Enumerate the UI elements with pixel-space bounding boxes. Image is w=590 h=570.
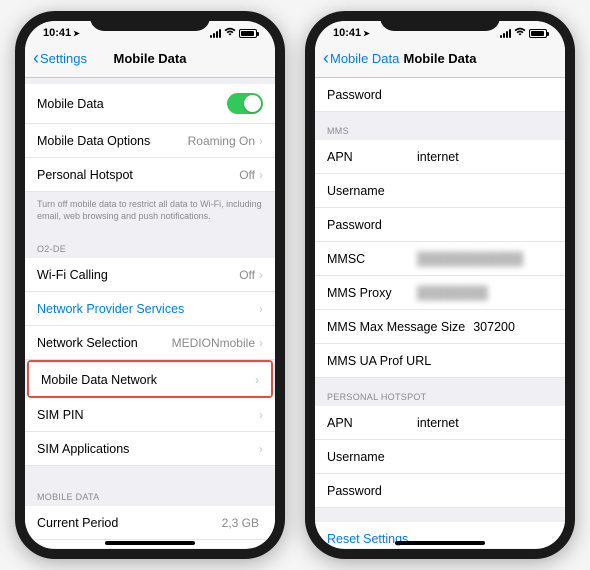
- section-personal-hotspot: PERSONAL HOTSPOT: [315, 378, 565, 406]
- wifi-icon: [514, 27, 526, 39]
- back-label: Settings: [40, 51, 87, 66]
- notch: [90, 11, 210, 31]
- chevron-right-icon: ›: [259, 168, 263, 182]
- battery-icon: [239, 29, 257, 38]
- location-icon: ➤: [73, 29, 80, 38]
- phone-left: 10:41 ➤ ‹ Settings Mobile Data Mobile Da…: [15, 11, 285, 559]
- row-sim-pin[interactable]: SIM PIN ›: [25, 398, 275, 432]
- label: Current Period: [37, 516, 118, 530]
- value: Off: [239, 168, 255, 182]
- label: SIM Applications: [37, 442, 129, 456]
- back-button[interactable]: ‹ Settings: [33, 49, 87, 67]
- row-mms-ua[interactable]: MMS UA Prof URL: [315, 344, 565, 378]
- row-sim-apps[interactable]: SIM Applications ›: [25, 432, 275, 466]
- label: Password: [327, 218, 417, 232]
- battery-icon: [529, 29, 547, 38]
- chevron-left-icon: ‹: [33, 49, 39, 67]
- row-hotspot-apn[interactable]: APN internet: [315, 406, 565, 440]
- chevron-right-icon: ›: [255, 373, 259, 387]
- row-password-top[interactable]: Password: [315, 78, 565, 112]
- value: Roaming On: [188, 134, 255, 148]
- chevron-right-icon: ›: [259, 302, 263, 316]
- label: Personal Hotspot: [37, 168, 133, 182]
- home-indicator[interactable]: [105, 541, 195, 545]
- row-mobile-data[interactable]: Mobile Data: [25, 84, 275, 124]
- chevron-right-icon: ›: [259, 134, 263, 148]
- content-right[interactable]: Password MMS APN internet Username Passw…: [315, 78, 565, 548]
- row-mmsc[interactable]: MMSC ████████████: [315, 242, 565, 276]
- label: MMSC: [327, 252, 417, 266]
- value: Off: [239, 268, 255, 282]
- row-current-period[interactable]: Current Period 2,3 GB: [25, 506, 275, 540]
- label: Mobile Data Options: [37, 134, 150, 148]
- label: APN: [327, 150, 417, 164]
- signal-icon: [500, 29, 511, 38]
- row-mms-max-size[interactable]: MMS Max Message Size 307200: [315, 310, 565, 344]
- screen-left: 10:41 ➤ ‹ Settings Mobile Data Mobile Da…: [25, 21, 275, 549]
- chevron-right-icon: ›: [259, 268, 263, 282]
- home-indicator[interactable]: [395, 541, 485, 545]
- label: Password: [327, 88, 417, 102]
- wifi-icon: [224, 27, 236, 39]
- row-mobile-data-network[interactable]: Mobile Data Network ›: [29, 362, 271, 396]
- value-blurred: ████████: [417, 286, 488, 300]
- row-network-selection[interactable]: Network Selection MEDIONmobile ›: [25, 326, 275, 360]
- section-mms: MMS: [315, 112, 565, 140]
- highlight-box: Mobile Data Network ›: [27, 360, 273, 398]
- location-icon: ➤: [363, 29, 370, 38]
- section-mobile-data: MOBILE DATA: [25, 466, 275, 506]
- phone-right: 10:41 ➤ ‹ Mobile Data Mobile Data Passwo…: [305, 11, 575, 559]
- label: SIM PIN: [37, 408, 84, 422]
- notch: [380, 11, 500, 31]
- row-mms-apn[interactable]: APN internet: [315, 140, 565, 174]
- value-blurred: ████████████: [417, 252, 523, 266]
- row-wifi-calling[interactable]: Wi-Fi Calling Off ›: [25, 258, 275, 292]
- status-time: 10:41: [333, 27, 361, 39]
- content-left[interactable]: Mobile Data Mobile Data Options Roaming …: [25, 78, 275, 548]
- row-hotspot-password[interactable]: Password: [315, 474, 565, 508]
- link-label: Network Provider Services: [37, 302, 184, 316]
- value: MEDIONmobile: [172, 336, 255, 350]
- value: 307200: [473, 320, 515, 334]
- signal-icon: [210, 29, 221, 38]
- screen-right: 10:41 ➤ ‹ Mobile Data Mobile Data Passwo…: [315, 21, 565, 549]
- label: Username: [327, 184, 417, 198]
- back-button[interactable]: ‹ Mobile Data: [323, 49, 399, 67]
- info-text: Turn off mobile data to restrict all dat…: [25, 192, 275, 230]
- row-mms-password[interactable]: Password: [315, 208, 565, 242]
- row-provider-services[interactable]: Network Provider Services ›: [25, 292, 275, 326]
- label: MMS Max Message Size: [327, 320, 465, 334]
- chevron-right-icon: ›: [259, 408, 263, 422]
- mobile-data-toggle[interactable]: [227, 93, 263, 114]
- value: internet: [417, 150, 459, 164]
- nav-bar: ‹ Mobile Data Mobile Data: [315, 41, 565, 78]
- label: Mobile Data: [37, 97, 104, 111]
- nav-bar: ‹ Settings Mobile Data: [25, 41, 275, 78]
- chevron-left-icon: ‹: [323, 49, 329, 67]
- row-mobile-data-options[interactable]: Mobile Data Options Roaming On ›: [25, 124, 275, 158]
- label: APN: [327, 416, 417, 430]
- label: Wi-Fi Calling: [37, 268, 108, 282]
- row-mms-proxy[interactable]: MMS Proxy ████████: [315, 276, 565, 310]
- label: Password: [327, 484, 417, 498]
- label: Mobile Data Network: [41, 373, 157, 387]
- row-mms-username[interactable]: Username: [315, 174, 565, 208]
- section-carrier: O2-DE: [25, 230, 275, 258]
- label: MMS UA Prof URL: [327, 354, 431, 368]
- row-personal-hotspot[interactable]: Personal Hotspot Off ›: [25, 158, 275, 192]
- chevron-right-icon: ›: [259, 336, 263, 350]
- label: Network Selection: [37, 336, 138, 350]
- status-time: 10:41: [43, 27, 71, 39]
- chevron-right-icon: ›: [259, 442, 263, 456]
- value: 2,3 GB: [222, 516, 259, 530]
- value: internet: [417, 416, 459, 430]
- back-label: Mobile Data: [330, 51, 399, 66]
- label: Username: [327, 450, 417, 464]
- row-hotspot-username[interactable]: Username: [315, 440, 565, 474]
- label: MMS Proxy: [327, 286, 417, 300]
